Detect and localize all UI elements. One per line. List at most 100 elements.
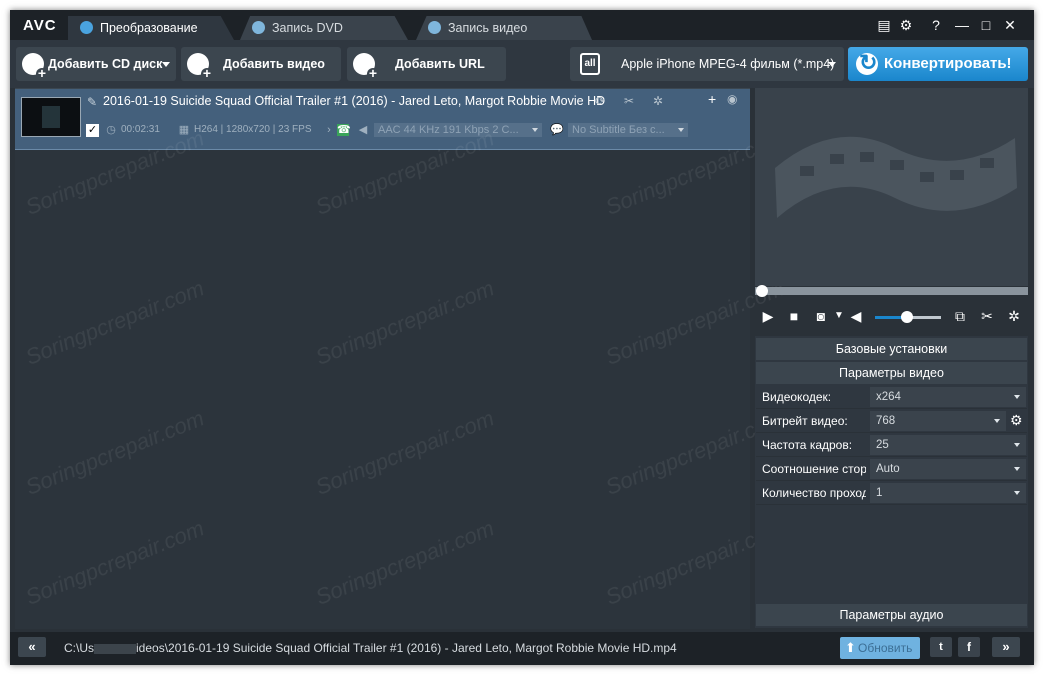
param-row: Битрейт видео: 768 ⚙ — [756, 410, 1027, 433]
chevron-down-icon — [1014, 491, 1020, 495]
camera-icon[interactable]: ◙ — [812, 307, 830, 325]
subtitle-select[interactable]: No Subtitle Без с... — [568, 123, 688, 137]
update-label: Обновить — [858, 641, 913, 655]
tab-dvd-burn[interactable]: Запись DVD — [240, 16, 408, 40]
convert-icon — [856, 46, 878, 80]
effects-icon[interactable]: ✲ — [1005, 307, 1023, 325]
redacted-area — [94, 643, 136, 654]
add-cd-label: Добавить CD диск — [48, 57, 163, 71]
param-value: Auto — [876, 463, 900, 475]
seek-bar[interactable] — [755, 287, 1028, 295]
film-add-icon — [187, 53, 213, 80]
disc-icon — [252, 21, 265, 34]
chevron-down-icon — [1014, 467, 1020, 471]
chevron-down-icon — [1014, 443, 1020, 447]
speaker-icon: ◀ — [358, 124, 368, 136]
audio-params-header[interactable]: Параметры аудио — [756, 604, 1027, 626]
param-label: Частота кадров: — [762, 438, 853, 452]
facebook-icon[interactable]: f — [958, 637, 980, 657]
param-row: Видеокодек: x264 — [756, 386, 1027, 409]
output-format-label: Apple iPhone MPEG-4 фильм (*.mp4) — [621, 57, 835, 71]
video-duration: 00:02:31 — [121, 124, 160, 135]
tab-label: Преобразование — [100, 21, 198, 35]
edit-icon[interactable]: ✎ — [87, 95, 97, 109]
volume-handle[interactable] — [901, 311, 913, 323]
app-window: AVC Преобразование Запись DVD Запись вид… — [10, 10, 1034, 665]
film-icon: ▦ — [178, 124, 190, 136]
path-suffix: ideos\2016-01-19 Suicide Squad Official … — [136, 641, 677, 655]
param-row: Частота кадров: 25 — [756, 434, 1027, 457]
chevron-right-icon: › — [327, 124, 331, 136]
output-format-dropdown[interactable]: all Apple iPhone MPEG-4 фильм (*.mp4) — [570, 47, 844, 81]
gear-icon[interactable]: ⚙ — [896, 15, 916, 35]
param-value: 768 — [876, 415, 896, 427]
volume-icon[interactable]: ◀ — [847, 307, 865, 325]
param-label: Соотношение сторон: — [762, 462, 866, 476]
tab-video-record[interactable]: Запись видео — [416, 16, 592, 40]
param-value: x264 — [876, 391, 901, 403]
subtitle-value: No Subtitle Без с... — [572, 124, 665, 136]
crop-icon[interactable]: ⧉ — [951, 307, 969, 325]
frame-rate-select[interactable]: 25 — [870, 435, 1026, 455]
chevron-down-icon[interactable] — [828, 62, 836, 67]
passes-select[interactable]: 1 — [870, 483, 1026, 503]
add-video-button[interactable]: Добавить видео — [181, 47, 341, 81]
aspect-ratio-select[interactable]: Auto — [870, 459, 1026, 479]
convert-button[interactable]: Конвертировать! — [848, 46, 1028, 81]
maximize-icon[interactable]: □ — [976, 15, 996, 35]
file-path: C:\Us ideos\2016-01-19 Suicide Squad Offi… — [64, 641, 677, 655]
clock-icon: ◷ — [106, 124, 116, 136]
video-codec-select[interactable]: x264 — [870, 387, 1026, 407]
basic-settings-header[interactable]: Базовые установки — [756, 338, 1027, 360]
param-label: Видеокодек: — [762, 390, 832, 404]
film-strip-icon — [775, 136, 1017, 218]
convert-icon — [80, 21, 93, 34]
play-icon[interactable]: ▶ — [759, 307, 777, 325]
cut-icon[interactable]: ✂ — [978, 307, 996, 325]
add-url-button[interactable]: Добавить URL — [347, 47, 506, 81]
effects-icon[interactable]: ✲ — [653, 94, 663, 108]
expand-button[interactable]: » — [992, 637, 1020, 657]
gear-icon[interactable]: ⚙ — [1010, 412, 1023, 429]
file-list-item[interactable]: ✎ 2016-01-19 Suicide Squad Official Trai… — [15, 89, 750, 150]
stop-icon[interactable]: ■ — [785, 307, 803, 325]
video-bitrate-select[interactable]: 768 — [870, 411, 1006, 431]
chevron-down-icon[interactable] — [162, 62, 170, 67]
close-icon[interactable]: ✕ — [1000, 15, 1020, 35]
chevron-down-icon — [1014, 395, 1020, 399]
app-logo: AVC — [23, 17, 57, 34]
menu-icon[interactable]: ▤ — [874, 15, 894, 35]
update-button[interactable]: Обновить — [840, 637, 920, 659]
param-label: Количество проходов: — [762, 486, 866, 500]
video-params-header[interactable]: Параметры видео — [756, 362, 1027, 384]
collapse-button[interactable]: « — [18, 637, 46, 657]
help-button[interactable]: ? — [926, 15, 946, 35]
audio-track-value: AAC 44 KHz 191 Kbps 2 C... — [378, 124, 519, 136]
all-formats-icon[interactable]: all — [580, 53, 600, 75]
status-bar: « C:\Us ideos\2016-01-19 Suicide Squad Of… — [10, 632, 1034, 665]
seek-handle[interactable] — [756, 285, 768, 297]
add-cd-button[interactable]: Добавить CD диск — [16, 47, 176, 81]
chevron-down-icon — [994, 419, 1000, 423]
cd-add-icon — [22, 53, 48, 80]
cut-icon[interactable]: ✂ — [624, 94, 634, 108]
convert-label: Конвертировать! — [884, 55, 1012, 72]
refresh-icon[interactable]: ⟳ — [595, 94, 605, 108]
phone-icon: ☎ — [337, 124, 351, 136]
play-circle-icon — [428, 21, 441, 34]
twitter-icon[interactable]: t — [930, 637, 952, 657]
tab-label: Запись DVD — [272, 21, 343, 35]
add-url-label: Добавить URL — [395, 57, 485, 71]
audio-track-select[interactable]: AAC 44 KHz 191 Kbps 2 C... — [374, 123, 542, 137]
chevron-down-icon — [678, 128, 684, 132]
tab-conversion[interactable]: Преобразование — [68, 16, 234, 40]
path-prefix: C:\Us — [64, 641, 94, 655]
chevron-down-icon[interactable]: ▼ — [830, 307, 848, 325]
remove-icon[interactable]: ◉ — [727, 92, 737, 106]
minimize-icon[interactable]: — — [952, 15, 972, 35]
param-row: Количество проходов: 1 — [756, 482, 1027, 505]
file-checkbox[interactable]: ✓ — [86, 124, 99, 137]
file-list[interactable]: ✎ 2016-01-19 Suicide Squad Official Trai… — [15, 88, 750, 629]
globe-add-icon — [353, 53, 379, 80]
plus-icon[interactable]: + — [708, 91, 716, 107]
